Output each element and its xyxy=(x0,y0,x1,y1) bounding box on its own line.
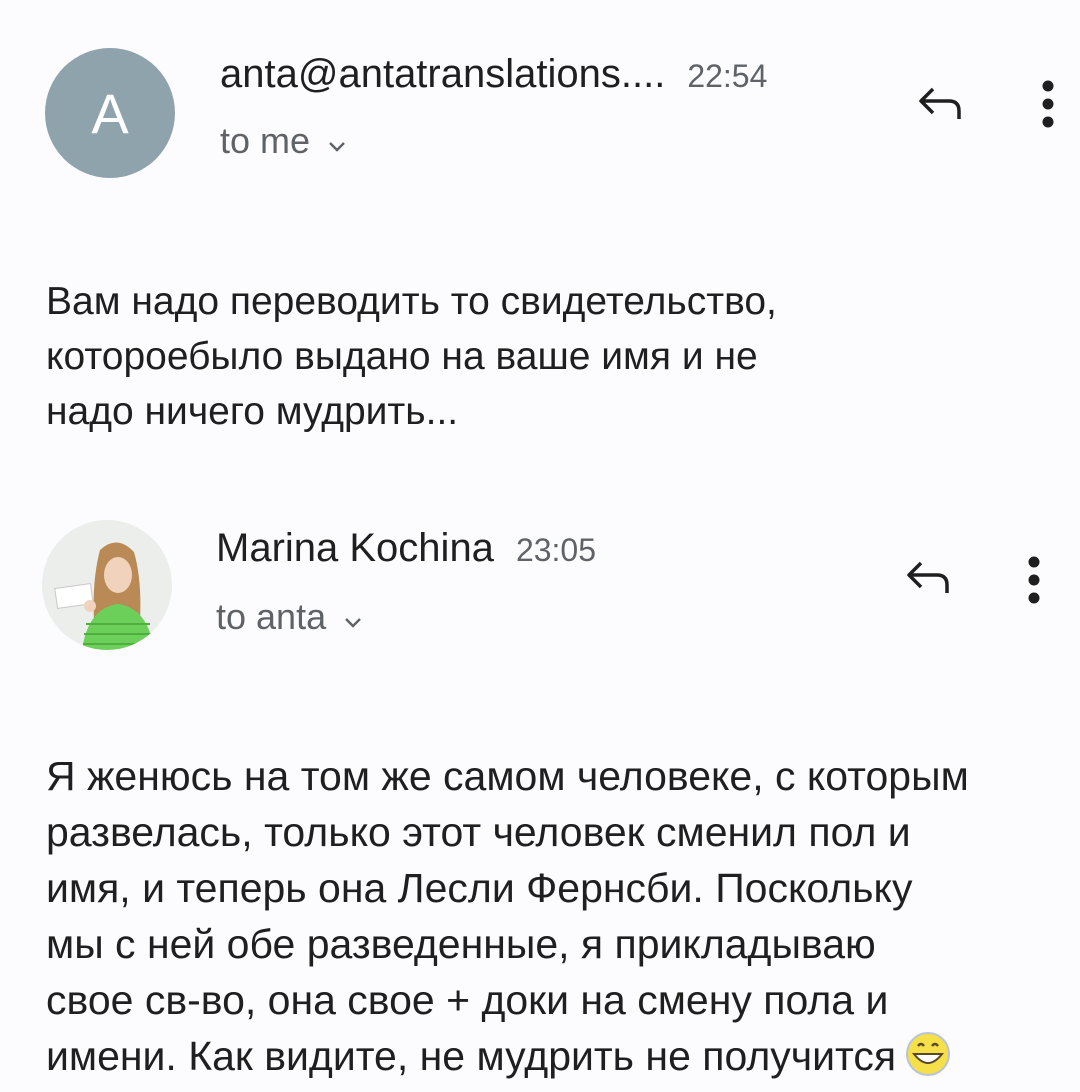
sender-name[interactable]: anta@antatranslations.... xyxy=(220,52,665,96)
more-vertical-icon xyxy=(1028,556,1040,604)
sender-avatar[interactable]: A xyxy=(45,48,175,178)
message-time: 23:05 xyxy=(515,532,597,568)
reply-arrow-icon xyxy=(919,87,961,119)
sender-name[interactable]: Marina Kochina xyxy=(216,526,494,570)
more-vertical-icon xyxy=(1042,80,1054,128)
message-body-text: Я женюсь на том же самом человеке, с кот… xyxy=(46,753,969,1079)
recipient-label: to me xyxy=(220,120,311,161)
sender-avatar-photo[interactable] xyxy=(42,520,172,650)
profile-photo-image xyxy=(42,520,172,650)
sender-line: anta@antatranslations.... 22:54 xyxy=(220,52,767,97)
grinning-face-emoji-icon xyxy=(904,1030,952,1092)
sender-line: Marina Kochina 23:05 xyxy=(216,526,596,571)
more-options-button[interactable] xyxy=(1014,548,1054,612)
message-body-1: Вам надо переводить то свидетельство, ко… xyxy=(46,280,777,433)
recipient-label: to anta xyxy=(216,596,327,637)
message-time: 22:54 xyxy=(687,58,768,94)
reply-button[interactable] xyxy=(898,552,958,602)
reply-arrow-icon xyxy=(907,561,949,593)
chevron-down-icon xyxy=(344,596,362,638)
recipient-details-toggle[interactable]: to me xyxy=(220,120,346,162)
more-options-button[interactable] xyxy=(1028,72,1068,136)
message-body-2: Я женюсь на том же самом человеке, с кот… xyxy=(46,748,1040,1092)
chevron-down-icon xyxy=(328,120,346,162)
reply-button[interactable] xyxy=(910,78,970,128)
recipient-details-toggle[interactable]: to anta xyxy=(216,596,362,638)
